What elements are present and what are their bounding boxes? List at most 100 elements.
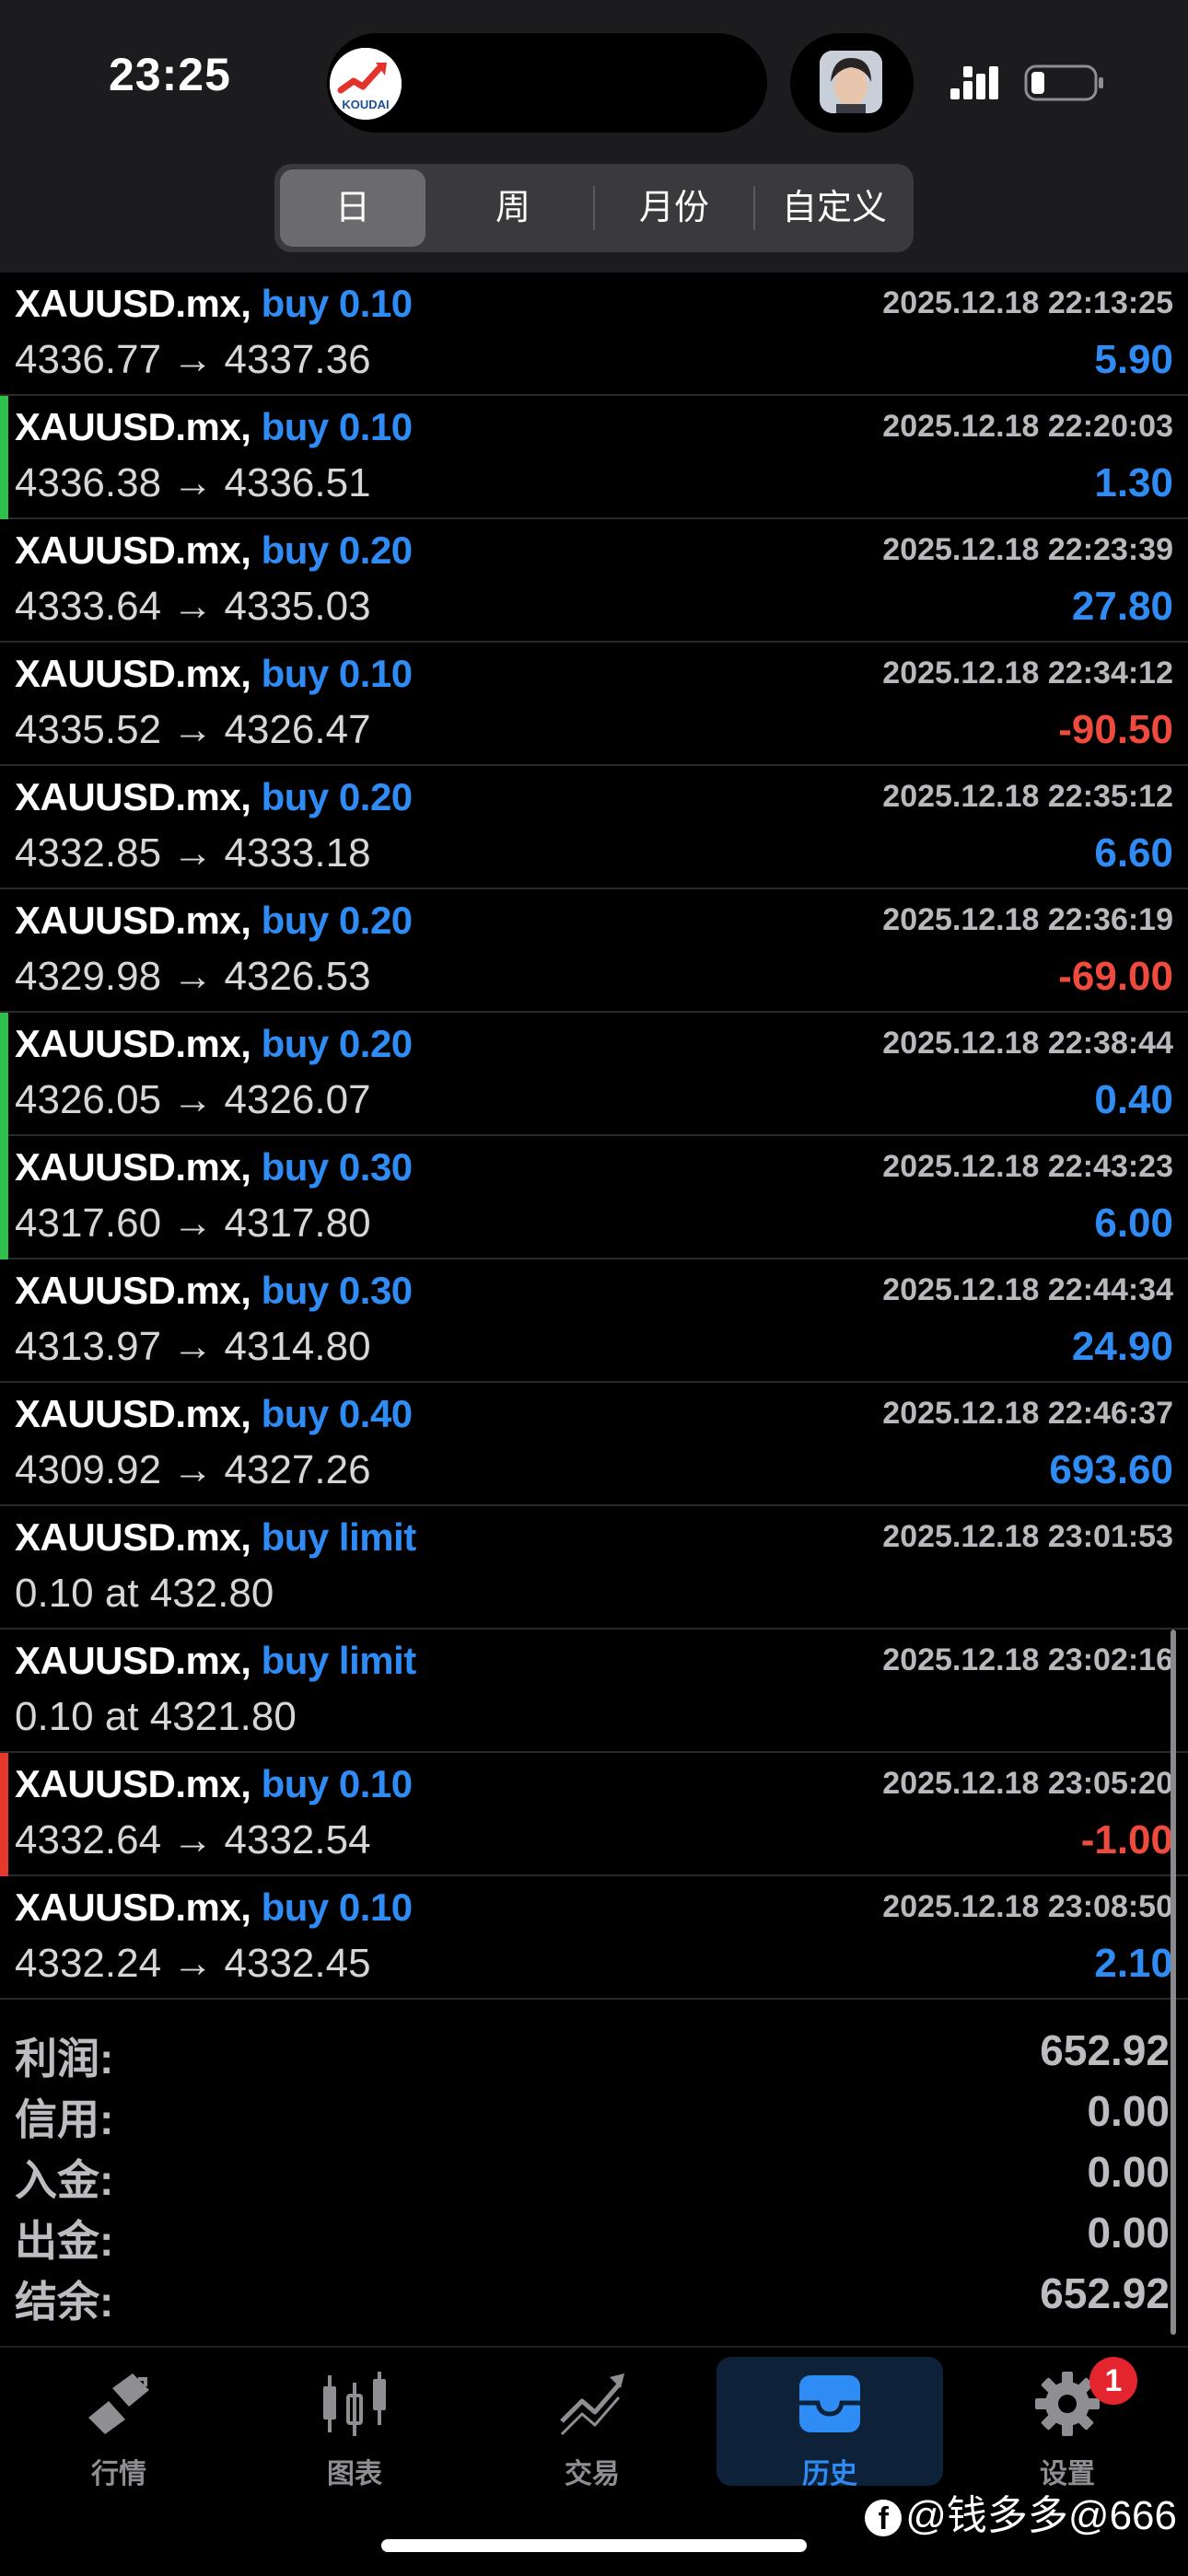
trade-symbol: XAUUSD.mx, [15,1762,251,1805]
trade-prices: 4336.77 → 4337.36 [15,337,371,382]
trade-type: buy 0.20 [261,528,413,572]
trade-profit: 24.90 [1071,1324,1173,1369]
trade-symbol: XAUUSD.mx, [15,652,251,695]
trade-symbol: XAUUSD.mx, [15,528,251,572]
row-stripe [0,643,8,766]
trade-row[interactable]: XAUUSD.mx, buy 0.20 2025.12.18 22:35:12 43… [0,766,1188,889]
notification-badge: 1 [1089,2357,1137,2405]
home-indicator[interactable] [381,2539,807,2552]
trade-prices: 4309.92 → 4327.26 [15,1447,371,1492]
trade-time: 2025.12.18 22:38:44 [882,1026,1173,1061]
trade-type: buy limit [261,1515,417,1559]
trade-row[interactable]: XAUUSD.mx, buy 0.10 2025.12.18 22:20:03 43… [0,396,1188,519]
summary-label: 信用: [15,2095,114,2143]
watermark: f @钱多多@666 [865,2482,1177,2541]
trade-type: buy 0.30 [261,1145,413,1189]
trade-symbol: XAUUSD.mx, [15,1515,251,1559]
trade-prices: 4336.38 → 4336.51 [15,460,371,505]
trade-type: buy 0.30 [261,1269,413,1312]
segment-day[interactable]: 日 [280,169,425,247]
trade-row[interactable]: XAUUSD.mx, buy 0.20 2025.12.18 22:23:39 43… [0,519,1188,643]
trade-profit: 2.10 [1094,1941,1173,1986]
row-stripe [0,519,8,643]
trade-time: 2025.12.18 22:36:19 [882,902,1173,937]
row-stripe [0,1630,8,1753]
trade-type: buy 0.10 [261,405,413,448]
trade-symbol: XAUUSD.mx, [15,1269,251,1312]
trade-prices: 4329.98 → 4326.53 [15,954,371,999]
trade-row[interactable]: XAUUSD.mx, buy 0.30 2025.12.18 22:43:23 43… [0,1136,1188,1259]
trade-type: buy 0.10 [261,652,413,695]
trade-row[interactable]: XAUUSD.mx, buy 0.30 2025.12.18 22:44:34 43… [0,1259,1188,1383]
trade-time: 2025.12.18 22:46:37 [882,1396,1173,1431]
trade-prices: 4333.64 → 4335.03 [15,584,371,629]
trade-history-list[interactable]: XAUUSD.mx, buy 0.10 2025.12.18 22:13:25 43… [0,273,1188,2000]
trade-symbol: XAUUSD.mx, [15,1886,251,1929]
summary-value: 652.92 [1040,2026,1170,2074]
account-summary: 利润: 652.92 信用: 0.00 入金: 0.00 出金: 0.00 结余: 652… [0,2020,1188,2344]
summary-row-profit: 利润: 652.92 [0,2020,1188,2083]
summary-label: 入金: [15,2156,114,2204]
trade-time: 2025.12.18 22:13:25 [882,285,1173,320]
period-segmented-control: 日 周 月份 自定义 [274,164,914,252]
trade-time: 2025.12.18 22:20:03 [882,409,1173,444]
trade-prices: 4313.97 → 4314.80 [15,1324,371,1369]
trade-type: buy 0.20 [261,899,413,942]
header: 23:25 KOUDAI 日 周 月份 自定义 [0,0,1188,273]
summary-value: 0.00 [1087,2148,1170,2196]
trade-profit: 5.90 [1094,337,1173,382]
row-stripe [0,1753,8,1876]
row-stripe [0,273,8,396]
trade-type: buy 0.10 [261,1762,413,1805]
scrollbar[interactable] [1171,1630,1176,2335]
trade-profit: 0.40 [1094,1077,1173,1122]
trade-row[interactable]: XAUUSD.mx, buy 0.10 2025.12.18 23:08:50 43… [0,1876,1188,2000]
avatar[interactable] [820,51,882,113]
trade-type: buy 0.10 [261,1886,413,1929]
trade-symbol: XAUUSD.mx, [15,282,251,325]
tab-quotes[interactable]: 行情 [6,2357,232,2489]
trade-profit: 1.30 [1094,460,1173,505]
tab-label: 行情 [91,2459,146,2489]
segment-week[interactable]: 周 [435,164,591,252]
order-row[interactable]: XAUUSD.mx, buy limit 2025.12.18 23:01:53 0… [0,1506,1188,1630]
trade-time: 2025.12.18 22:44:34 [882,1272,1173,1307]
row-stripe [0,396,8,519]
trade-prices: 4335.52 → 4326.47 [15,707,371,752]
order-row[interactable]: XAUUSD.mx, buy limit 2025.12.18 23:02:16 0… [0,1630,1188,1753]
trade-time: 2025.12.18 23:05:20 [882,1766,1173,1801]
tab-trade[interactable]: 交易 [479,2357,705,2489]
order-details: 0.10 at 432.80 [15,1571,274,1616]
tab-settings[interactable]: 设置 [954,2357,1181,2489]
app-logo-icon[interactable]: KOUDAI [330,48,402,120]
tab-charts[interactable]: 图表 [241,2357,468,2489]
summary-label: 利润: [15,2035,114,2083]
quotes-icon [88,2373,149,2434]
row-stripe [0,1013,8,1136]
trade-row[interactable]: XAUUSD.mx, buy 0.10 2025.12.18 23:05:20 43… [0,1753,1188,1876]
trade-row[interactable]: XAUUSD.mx, buy 0.10 2025.12.18 22:34:12 43… [0,643,1188,766]
trade-profit: -69.00 [1058,954,1173,999]
trade-prices: 4326.05 → 4326.07 [15,1077,371,1122]
row-stripe [0,1259,8,1383]
tab-history[interactable]: 历史 [716,2357,943,2489]
trade-row[interactable]: XAUUSD.mx, buy 0.20 2025.12.18 22:38:44 43… [0,1013,1188,1136]
signal-icon [950,64,1007,101]
segment-custom[interactable]: 自定义 [755,164,914,252]
trade-profit: -90.50 [1058,707,1173,752]
summary-value: 0.00 [1087,2209,1170,2257]
chart-candles-icon [323,2372,386,2436]
trade-profit: -1.00 [1080,1817,1173,1862]
trade-symbol: XAUUSD.mx, [15,405,251,448]
segment-month[interactable]: 月份 [595,164,753,252]
trade-row[interactable]: XAUUSD.mx, buy 0.40 2025.12.18 22:46:37 43… [0,1383,1188,1506]
trade-type: buy 0.40 [261,1392,413,1435]
trade-symbol: XAUUSD.mx, [15,1022,251,1065]
status-time: 23:25 [109,49,231,100]
tab-label: 交易 [565,2459,620,2489]
trade-row[interactable]: XAUUSD.mx, buy 0.20 2025.12.18 22:36:19 43… [0,889,1188,1013]
trade-time: 2025.12.18 23:02:16 [882,1642,1173,1677]
trade-row[interactable]: XAUUSD.mx, buy 0.10 2025.12.18 22:13:25 43… [0,273,1188,396]
trade-symbol: XAUUSD.mx, [15,1639,251,1682]
trade-type: buy 0.20 [261,1022,413,1065]
